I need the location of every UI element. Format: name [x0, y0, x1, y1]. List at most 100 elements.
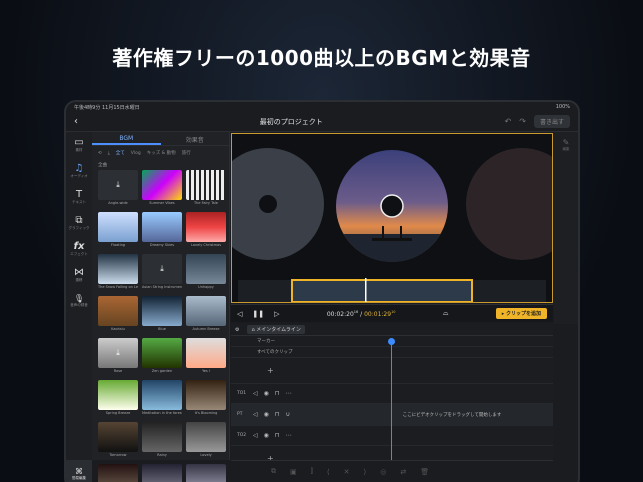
track-tile[interactable]: Calm — [186, 464, 226, 482]
track-tile[interactable]: Spring Breeze — [98, 380, 138, 418]
lock-icon[interactable]: ⊓ — [275, 432, 280, 439]
track-tile[interactable]: Floating — [98, 212, 138, 250]
track-tile[interactable]: Dreamy Skies — [142, 212, 182, 250]
simple-edit-button[interactable]: ⌘ 簡易編集 — [66, 460, 92, 482]
filter-travel[interactable]: 旅行 — [182, 150, 191, 156]
undo-icon[interactable]: ↶ — [505, 117, 512, 126]
track-tile[interactable]: Kaohsiu — [98, 296, 138, 334]
add-track-button[interactable]: + — [231, 358, 553, 384]
pencil-icon[interactable]: ✎ — [563, 138, 570, 147]
timeline-playhead[interactable] — [391, 340, 392, 460]
track-tile[interactable]: ⤓ Asian String Instrument — [142, 254, 182, 292]
track-tile[interactable]: Zen garden — [142, 338, 182, 376]
history-icon[interactable]: ⟲ — [98, 151, 102, 156]
track-tile[interactable]: Tomorrow — [98, 422, 138, 460]
track-tile[interactable]: Ambient — [98, 464, 138, 482]
lock-icon[interactable]: ⊓ — [275, 411, 280, 418]
track-pt[interactable]: PT ◁ ◉ ⊓ ∪ ここにビデオクリップをドラッグして開始します — [231, 404, 553, 426]
track-tile[interactable]: Summer Vibes — [142, 170, 182, 208]
track-tile[interactable]: Autumn Breeze — [186, 296, 226, 334]
rail-item-transition[interactable]: ⋈ 遷移 — [66, 262, 92, 288]
settings-icon[interactable]: ⚙ — [235, 327, 239, 333]
track-name: TO2 — [237, 433, 247, 438]
track-grid: ⤓ Angle-wide Summer Vibes The Fairy Tale Flo… — [92, 170, 229, 482]
rail-item-effects[interactable]: fx エフェクト — [66, 236, 92, 262]
rail-item-audio[interactable]: ♫ オーディオ — [66, 158, 92, 184]
track-tile[interactable]: Night — [142, 464, 182, 482]
track-tile[interactable]: Meditation in the forest — [142, 380, 182, 418]
split-icon[interactable]: ⫿ — [311, 467, 313, 476]
filter-all[interactable]: 全て — [116, 150, 125, 156]
transition-icon: ⋈ — [74, 267, 84, 278]
download-icon[interactable]: ⤓ — [116, 348, 120, 358]
project-title[interactable]: 最初のプロジェクト — [260, 117, 323, 127]
lock-icon[interactable]: ⊓ — [275, 390, 280, 397]
copy-icon[interactable]: ⧉ — [271, 467, 276, 476]
speed-icon[interactable]: ◎ — [380, 468, 386, 476]
main-timeline-tab[interactable]: ⌂ メインタイムライン — [247, 325, 305, 334]
right-rail: ✎ 編集 — [554, 132, 578, 324]
track-tile[interactable]: The Fairy Tale — [186, 170, 226, 208]
rail-label: オーディオ — [70, 174, 88, 178]
track-to1[interactable]: TO1 ◁ ◉ ⊓ ⋯ — [231, 384, 553, 404]
rail-item-media[interactable]: ▭ 素材 — [66, 132, 92, 158]
more-icon[interactable]: ⋯ — [286, 390, 292, 397]
track-thumbnail — [142, 170, 182, 200]
rail-item-graphics[interactable]: ⧉ グラフィック — [66, 210, 92, 236]
all-clips-row[interactable]: すべてのクリップ — [231, 347, 553, 358]
download-icon[interactable]: ⤓ — [160, 264, 164, 274]
magnet-icon[interactable]: ∪ — [286, 411, 290, 418]
track-tile[interactable]: Rainy — [142, 422, 182, 460]
track-tile[interactable]: ⤓ Rose — [98, 338, 138, 376]
tab-bgm[interactable]: BGM — [92, 132, 161, 145]
track-tile[interactable]: ⤓ Angle-wide — [98, 170, 138, 208]
eye-icon[interactable]: ◉ — [264, 432, 269, 439]
track-tile[interactable]: Lovely Christmas — [186, 212, 226, 250]
eye-icon[interactable]: ◉ — [264, 390, 269, 397]
rail-item-record[interactable]: 🎙 音声の録音 — [66, 288, 92, 314]
paste-icon[interactable]: ▣ — [290, 468, 297, 476]
scrub-head[interactable] — [365, 278, 367, 302]
track-tile[interactable]: Lovely — [186, 422, 226, 460]
track-thumbnail — [98, 380, 138, 410]
redo-icon[interactable]: ↷ — [519, 117, 526, 126]
volume-icon[interactable]: ◁ — [253, 390, 258, 397]
trim-right-icon[interactable]: ⟩ — [363, 468, 366, 476]
track-thumbnail — [186, 380, 226, 410]
track-tile[interactable]: Blue — [142, 296, 182, 334]
trim-icon[interactable]: ⌓ — [443, 309, 449, 318]
download-icon[interactable]: ⤓ — [116, 180, 120, 190]
track-tile[interactable]: It's Blooming — [186, 380, 226, 418]
step-back-icon[interactable]: ◁ — [237, 310, 242, 318]
add-clip-button[interactable]: ▸ クリップを追加 — [495, 308, 547, 319]
more-icon[interactable]: ⋯ — [286, 432, 292, 439]
rail-item-text[interactable]: T テキスト — [66, 184, 92, 210]
text-icon: T — [75, 189, 83, 200]
selected-clip[interactable] — [291, 279, 473, 302]
delete-icon[interactable]: 🗑 — [420, 468, 429, 476]
replace-icon[interactable]: ⇄ — [400, 468, 406, 476]
filter-kids[interactable]: キッズ & 動物 — [147, 150, 176, 156]
eye-icon[interactable]: ◉ — [264, 411, 269, 418]
volume-icon[interactable]: ◁ — [253, 432, 258, 439]
cut-icon[interactable]: ✕ — [344, 468, 350, 476]
pause-icon[interactable]: ❚❚ — [252, 310, 264, 318]
back-icon[interactable]: ‹ — [74, 116, 78, 127]
track-thumbnail: ⤓ — [98, 170, 138, 200]
filter-vlog[interactable]: Vlog — [131, 151, 141, 156]
video-preview[interactable] — [231, 133, 553, 303]
playhead-handle[interactable] — [388, 338, 395, 345]
track-to2[interactable]: TO2 ◁ ◉ ⊓ ⋯ — [231, 426, 553, 446]
track-thumbnail — [98, 464, 138, 482]
step-forward-icon[interactable]: ▷ — [274, 310, 279, 318]
track-tile[interactable]: The Snow Falling on Leaves — [98, 254, 138, 292]
download-icon[interactable]: ⤓ — [108, 150, 110, 156]
track-tile[interactable]: Unhappy — [186, 254, 226, 292]
track-thumbnail — [186, 296, 226, 326]
trim-left-icon[interactable]: ⟨ — [327, 468, 330, 476]
volume-icon[interactable]: ◁ — [253, 411, 258, 418]
track-tile[interactable]: Yes I — [186, 338, 226, 376]
tab-sound-effects[interactable]: 効果音 — [161, 132, 230, 145]
export-button[interactable]: 書き出す — [533, 115, 570, 128]
track-thumbnail — [98, 422, 138, 452]
